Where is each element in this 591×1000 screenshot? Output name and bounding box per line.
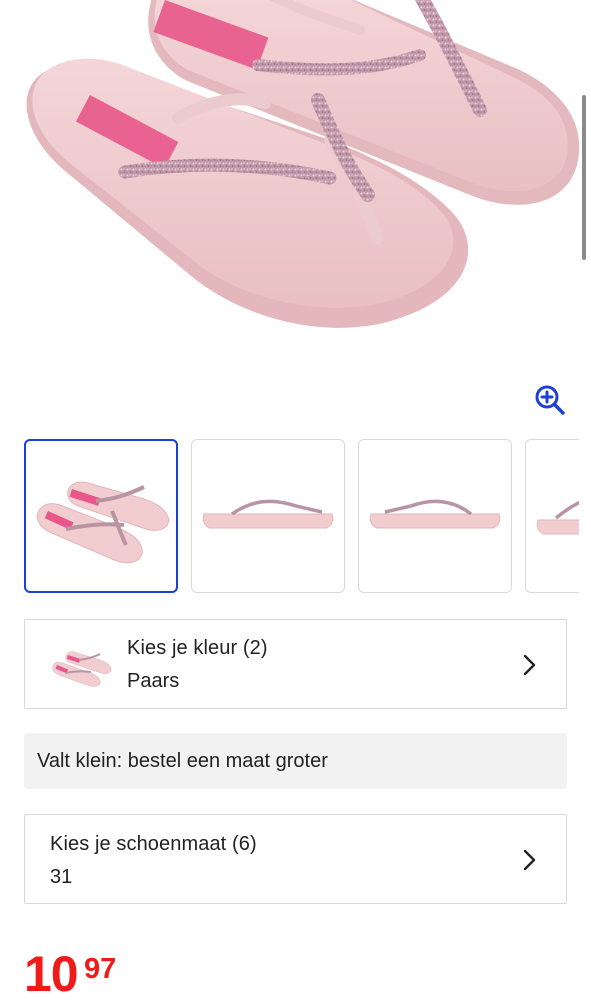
flip-flops-illustration [26, 0, 580, 328]
color-selector[interactable]: Kies je kleur (2) Paars [24, 619, 567, 709]
thumbnail-top-view[interactable] [24, 439, 178, 593]
size-selector-value: 31 [50, 866, 73, 888]
size-notice: Valt klein: bestel een maat groter [24, 733, 567, 789]
color-swatch-image [49, 642, 115, 688]
chevron-right-icon [522, 849, 536, 871]
zoom-in-icon[interactable] [534, 384, 566, 416]
thumbnail-side-view-right[interactable] [358, 439, 512, 593]
color-selector-title: Kies je kleur (2) [127, 637, 268, 659]
thumbnail-side-view-partial[interactable] [525, 439, 579, 593]
color-selector-value: Paars [127, 670, 180, 692]
price-decimals: 97 [84, 953, 117, 985]
size-notice-text: Valt klein: bestel een maat groter [37, 750, 328, 772]
product-main-image[interactable] [0, 0, 591, 370]
size-selector-title: Kies je schoenmaat (6) [50, 833, 257, 855]
thumbnail-side-view-left[interactable] [191, 439, 345, 593]
chevron-right-icon [522, 654, 536, 676]
product-price: 10 , 97 [24, 946, 116, 1000]
size-selector[interactable]: Kies je schoenmaat (6) 31 [24, 814, 567, 904]
price-integer: 10 [24, 946, 79, 1000]
image-scrollbar[interactable] [582, 95, 586, 260]
thumbnail-strip[interactable] [24, 439, 579, 595]
price-separator: , [78, 984, 88, 1000]
